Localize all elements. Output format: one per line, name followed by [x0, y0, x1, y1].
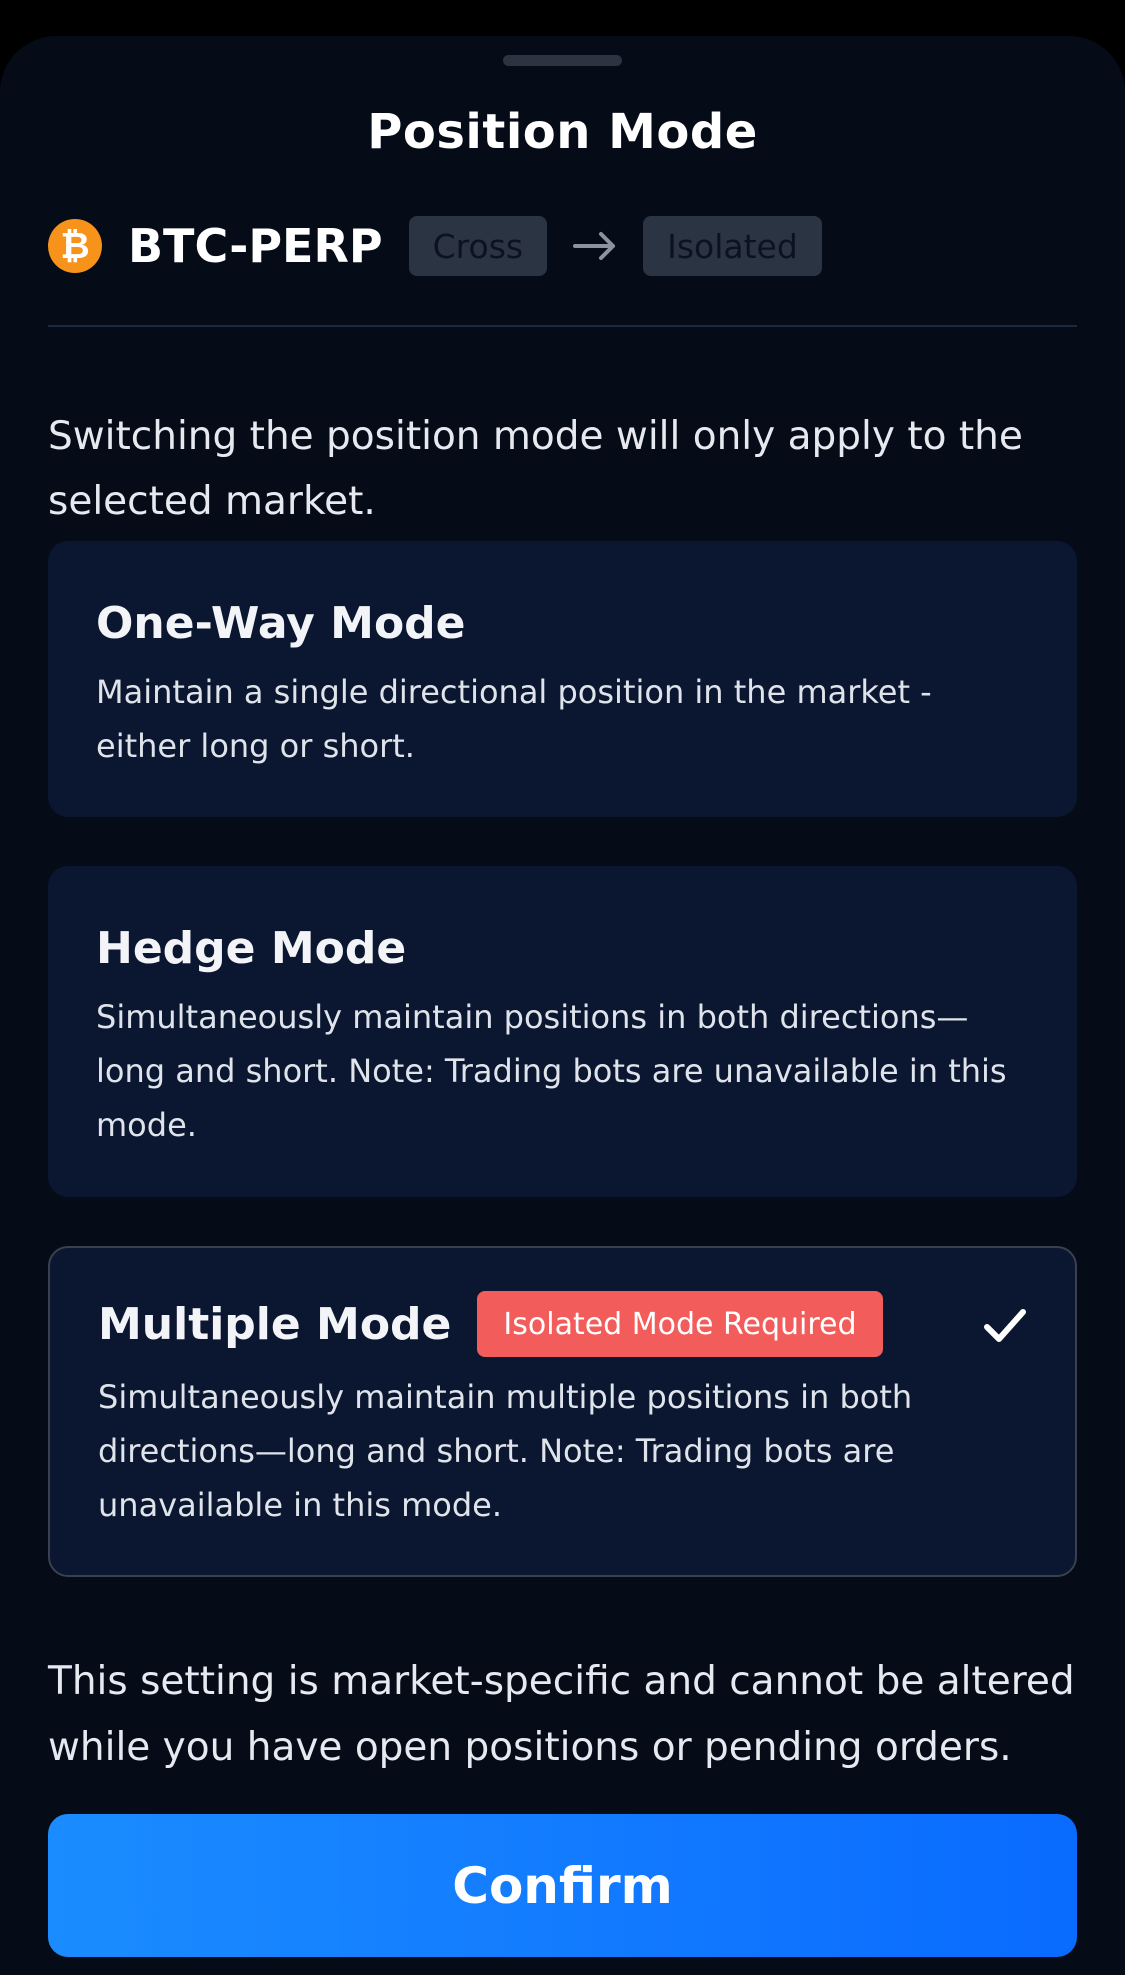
position-mode-sheet: Position Mode ₿ BTC-PERP Cross Isolated …: [0, 36, 1125, 1975]
market-specific-note: This setting is market-specific and cann…: [48, 1659, 1075, 1770]
bitcoin-icon: ₿: [48, 219, 102, 273]
arrow-right-icon: [547, 231, 643, 261]
sheet-title: Position Mode: [367, 104, 758, 160]
mode-description: Simultaneously maintain positions in bot…: [96, 998, 1007, 1144]
margin-to-chip: Isolated: [643, 216, 822, 276]
mode-title: Hedge Mode: [96, 923, 407, 974]
mode-option-multiple[interactable]: Multiple Mode Isolated Mode Required Sim…: [48, 1246, 1077, 1577]
mode-description: Simultaneously maintain multiple positio…: [98, 1378, 913, 1524]
mode-title: Multiple Mode: [98, 1298, 452, 1350]
mode-title: One-Way Mode: [96, 598, 466, 649]
mode-description: Maintain a single directional position i…: [96, 673, 932, 765]
isolated-required-badge: Isolated Mode Required: [477, 1291, 883, 1357]
mode-title-row: Multiple Mode Isolated Mode Required: [98, 1290, 1027, 1358]
mode-option-hedge[interactable]: Hedge Mode Simultaneously maintain posit…: [48, 866, 1077, 1197]
drag-handle[interactable]: [503, 55, 622, 66]
market-row: ₿ BTC-PERP Cross Isolated: [48, 216, 822, 276]
intro-text: Switching the position mode will only ap…: [48, 414, 1023, 524]
checkmark-icon: [983, 1306, 1027, 1346]
market-symbol: BTC-PERP: [128, 219, 383, 273]
confirm-button[interactable]: Confirm: [48, 1814, 1077, 1957]
divider: [48, 325, 1077, 327]
margin-from-chip: Cross: [408, 216, 548, 276]
mode-option-one-way[interactable]: One-Way Mode Maintain a single direction…: [48, 541, 1077, 817]
